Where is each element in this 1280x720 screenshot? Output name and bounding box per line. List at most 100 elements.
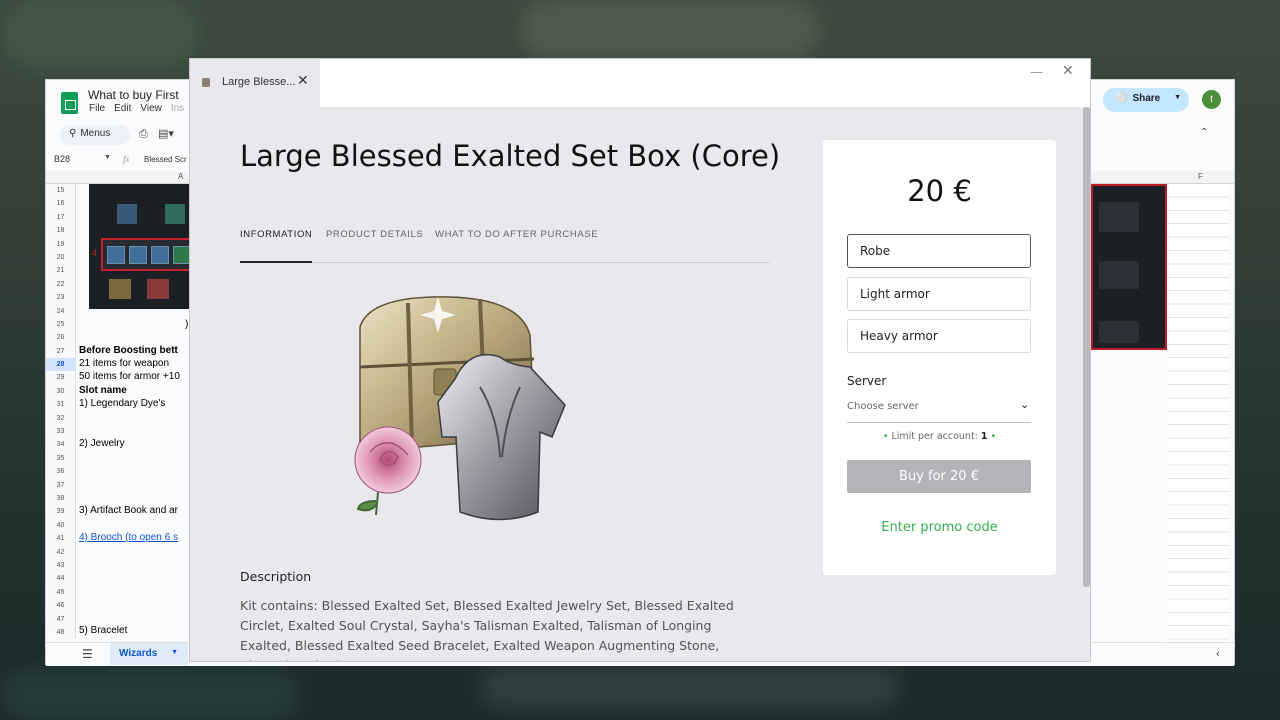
- chevron-left-icon[interactable]: ‹: [1216, 647, 1220, 660]
- search-menus-button[interactable]: ⚲ Menus: [60, 125, 130, 145]
- item-slot-icon: [165, 204, 185, 224]
- row-number[interactable]: 16: [46, 197, 75, 210]
- cell-a34[interactable]: 2) Jewelry: [79, 438, 191, 449]
- server-select[interactable]: Choose server: [847, 398, 1031, 423]
- purchase-card: 20 € Robe Light armor Heavy armor Server…: [823, 140, 1056, 575]
- embedded-game-screenshot[interactable]: 4: [89, 184, 191, 309]
- rose-shape: [354, 426, 422, 494]
- row-number[interactable]: 27: [46, 345, 75, 358]
- share-label: Share: [1132, 93, 1161, 104]
- row-number[interactable]: 29: [46, 371, 75, 384]
- buy-button[interactable]: Buy for 20 €: [847, 460, 1031, 493]
- chevron-down-icon[interactable]: ▼: [1174, 94, 1181, 101]
- background-blur: [480, 668, 900, 708]
- paint-format-icon[interactable]: ▤▾: [158, 127, 174, 140]
- row-number[interactable]: 38: [46, 492, 75, 505]
- row-number[interactable]: 24: [46, 305, 75, 318]
- row-number[interactable]: 28: [46, 358, 75, 372]
- row-number[interactable]: 20: [46, 251, 75, 264]
- close-window-icon[interactable]: ✕: [1062, 63, 1074, 79]
- tab-information[interactable]: INFORMATION: [240, 229, 312, 240]
- option-heavy-armor[interactable]: Heavy armor: [847, 319, 1031, 353]
- row-number[interactable]: 30: [46, 385, 75, 398]
- avatar[interactable]: t: [1202, 90, 1221, 109]
- tab-product-details[interactable]: PRODUCT DETAILS: [326, 229, 423, 240]
- row-numbers: 15 16 17 18 19 20 21 22 23 24 25 26 27 28 29 30 31 32 33 34…: [46, 184, 76, 640]
- cell-a39[interactable]: 3) Artifact Book and ar: [79, 505, 191, 516]
- minimize-icon[interactable]: —: [1030, 65, 1043, 80]
- row-number[interactable]: 37: [46, 479, 75, 492]
- tab-product[interactable]: Large Blesse... ✕: [190, 59, 320, 107]
- option-robe[interactable]: Robe: [847, 234, 1031, 268]
- column-header-a[interactable]: A: [178, 172, 183, 181]
- sheets-logo-icon[interactable]: [61, 92, 78, 114]
- product-image: [354, 296, 566, 521]
- row-number[interactable]: 41: [46, 532, 75, 545]
- column-header-f[interactable]: F: [1198, 172, 1203, 181]
- formula-bar-value[interactable]: Blessed Scr: [144, 155, 187, 164]
- bullet-icon: •: [882, 431, 889, 442]
- row-number[interactable]: 42: [46, 546, 75, 559]
- row-number[interactable]: 19: [46, 238, 75, 251]
- menu-view[interactable]: View: [140, 103, 162, 114]
- row-number[interactable]: 35: [46, 452, 75, 465]
- chevron-up-icon[interactable]: ⌃: [1200, 127, 1208, 138]
- row-number[interactable]: 46: [46, 599, 75, 612]
- row-number[interactable]: 23: [46, 291, 75, 304]
- item-slot-icon: [147, 279, 169, 299]
- row-number[interactable]: 43: [46, 559, 75, 572]
- row-number[interactable]: 36: [46, 465, 75, 478]
- menu-insert[interactable]: Ins: [171, 103, 184, 114]
- cell-a29[interactable]: 50 items for armor +10: [79, 371, 191, 382]
- row-number[interactable]: 17: [46, 211, 75, 224]
- server-label: Server: [847, 374, 887, 388]
- row-number[interactable]: 32: [46, 412, 75, 425]
- embedded-game-screenshot[interactable]: [1091, 184, 1167, 350]
- chevron-down-icon[interactable]: ▼: [171, 649, 178, 656]
- row-number[interactable]: 22: [46, 278, 75, 291]
- row-label: 4: [92, 248, 98, 258]
- sheet-tab-wizards[interactable]: Wizards ▼: [110, 643, 188, 665]
- cell-a41[interactable]: 4) Brooch (to open 6 s: [79, 532, 191, 543]
- menu-bar: File Edit View Ins: [89, 103, 184, 114]
- row-number[interactable]: 45: [46, 586, 75, 599]
- row-number[interactable]: 15: [46, 184, 75, 197]
- row-number[interactable]: 40: [46, 519, 75, 532]
- item-slot-icon: [151, 246, 169, 264]
- row-number[interactable]: 39: [46, 505, 75, 518]
- menu-edit[interactable]: Edit: [114, 103, 131, 114]
- share-button[interactable]: ⚪ Share ▼: [1103, 88, 1189, 112]
- row-number[interactable]: 31: [46, 398, 75, 411]
- cell-a30[interactable]: Slot name: [79, 385, 191, 396]
- panel-block: [1099, 261, 1139, 289]
- menu-file[interactable]: File: [89, 103, 105, 114]
- name-box[interactable]: B28 ▼: [54, 154, 114, 164]
- row-number[interactable]: 34: [46, 438, 75, 451]
- background-blur: [0, 670, 300, 720]
- row-number[interactable]: 21: [46, 264, 75, 277]
- cell-a27[interactable]: Before Boosting bett: [79, 345, 191, 356]
- close-icon[interactable]: ✕: [297, 73, 309, 89]
- row-number[interactable]: 26: [46, 331, 75, 344]
- cell-a48[interactable]: 5) Bracelet: [79, 625, 191, 636]
- background-blur: [0, 0, 200, 70]
- chevron-down-icon[interactable]: ⌄: [1020, 398, 1029, 411]
- hamburger-icon[interactable]: ☰: [82, 647, 93, 661]
- cell-a31[interactable]: 1) Legendary Dye's: [79, 398, 191, 409]
- tab-after-purchase[interactable]: WHAT TO DO AFTER PURCHASE: [435, 229, 598, 240]
- scrollbar[interactable]: [1083, 107, 1090, 587]
- print-icon[interactable]: ⎙: [139, 127, 148, 141]
- cell-grid[interactable]: [1167, 184, 1229, 642]
- row-number[interactable]: 48: [46, 626, 75, 639]
- store-window: Large Blesse... ✕ — ✕ Large Blessed Exal…: [189, 58, 1091, 662]
- promo-code-link[interactable]: Enter promo code: [823, 520, 1056, 535]
- row-number[interactable]: 33: [46, 425, 75, 438]
- row-number[interactable]: 44: [46, 572, 75, 585]
- option-light-armor[interactable]: Light armor: [847, 277, 1031, 311]
- document-title[interactable]: What to buy First: [88, 88, 179, 102]
- formula-icon: fx: [123, 154, 130, 164]
- row-number[interactable]: 25: [46, 318, 75, 331]
- row-number[interactable]: 18: [46, 224, 75, 237]
- row-number[interactable]: 47: [46, 613, 75, 626]
- cell-a28[interactable]: 21 items for weapon: [79, 358, 191, 369]
